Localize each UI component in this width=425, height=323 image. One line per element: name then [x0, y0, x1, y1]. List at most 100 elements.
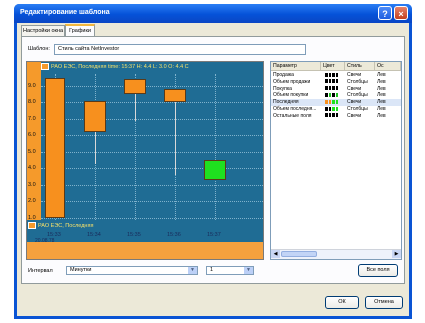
param-name: Продажа: [273, 72, 294, 78]
color-swatch: [332, 106, 335, 111]
interval-unit-select[interactable]: Минутки ▼: [66, 266, 198, 275]
dialog-window: Редактирование шаблона ? × Настройки окн…: [14, 4, 412, 319]
grid-line: [41, 118, 263, 120]
color-swatch: [332, 99, 335, 104]
interval-count-select[interactable]: 1 ▼: [206, 266, 254, 275]
color-swatch: [332, 93, 335, 98]
color-swatch: [328, 72, 331, 77]
param-name: Объем покупки: [273, 92, 309, 99]
scroll-thumb[interactable]: [281, 251, 317, 257]
tab-window-settings[interactable]: Настройки окна: [21, 25, 65, 36]
chevron-down-icon[interactable]: ▼: [244, 267, 253, 274]
param-color[interactable]: [325, 113, 339, 120]
ok-button[interactable]: ОК: [325, 296, 359, 309]
param-style: Свечи: [347, 85, 362, 92]
params-list[interactable]: Параметр Цвет Стиль Ос Продажа Свечи Лев Об…: [270, 61, 402, 260]
color-swatch: [328, 99, 331, 104]
color-swatch: [328, 86, 331, 91]
list-item[interactable]: Продажа Свечи Лев: [271, 72, 401, 79]
grid-line: [41, 102, 263, 104]
param-style: Свечи: [347, 99, 362, 106]
grid-line: [41, 201, 263, 203]
param-name: Объем последня...: [273, 106, 317, 112]
param-color[interactable]: [325, 86, 339, 93]
list-item[interactable]: Покупка Свечи Лев: [271, 86, 401, 93]
color-swatch: [325, 106, 328, 111]
color-swatch: [332, 113, 335, 118]
all-fields-button[interactable]: Все поля: [358, 264, 398, 277]
price-chart[interactable]: РАО ЕЭС, Последняя time: 15:37 H: 4.4 L:…: [26, 61, 264, 260]
y-tick-label: 9.0: [28, 82, 36, 89]
color-swatch: [332, 79, 335, 84]
color-swatch: [328, 79, 331, 84]
grid-line: [41, 135, 263, 137]
template-name-input[interactable]: Стиль сайта NetInvestor: [54, 44, 306, 55]
col-header-param[interactable]: Параметр: [271, 62, 321, 71]
param-style: Столбцы: [347, 78, 368, 85]
candle-body[interactable]: [84, 100, 106, 133]
param-name: Последняя: [273, 99, 299, 106]
tab-charts[interactable]: Графики: [65, 24, 95, 36]
candle-body[interactable]: [204, 160, 226, 181]
param-axis: Лев: [377, 106, 386, 112]
color-swatch: [328, 93, 331, 98]
help-button[interactable]: ?: [378, 6, 392, 20]
list-item[interactable]: Последняя Свечи Лев: [271, 99, 401, 106]
param-axis: Лев: [377, 92, 386, 99]
param-color[interactable]: [325, 106, 339, 113]
candle-body[interactable]: [124, 79, 146, 95]
color-swatch: [325, 79, 328, 84]
window-title: Редактирование шаблона: [20, 9, 110, 16]
scroll-left-icon[interactable]: ◀: [271, 250, 280, 258]
param-style: Свечи: [347, 72, 362, 78]
color-swatch: [335, 106, 338, 111]
col-header-style[interactable]: Стиль: [345, 62, 375, 71]
param-axis: Лев: [377, 78, 386, 85]
y-tick-label: 6.0: [28, 132, 36, 139]
y-tick-label: 1.0: [28, 215, 36, 221]
y-tick-label: 8.0: [28, 99, 36, 106]
y-tick-label: 3.0: [28, 181, 36, 188]
template-label: Шаблон:: [28, 46, 50, 52]
series-swatch: [41, 63, 49, 71]
x-axis-date: 20.08.78: [35, 238, 55, 244]
grid-line: [41, 184, 263, 186]
list-item[interactable]: Объем продажи Столбцы Лев: [271, 79, 401, 86]
chevron-down-icon[interactable]: ▼: [188, 267, 197, 274]
grid-line: [215, 74, 216, 220]
grid-line: [41, 218, 263, 219]
candle-body[interactable]: [164, 89, 186, 103]
candle-body[interactable]: [45, 77, 65, 218]
x-tick-label: 15:35: [127, 232, 141, 238]
close-button[interactable]: ×: [394, 6, 408, 20]
param-name: Объем продажи: [273, 78, 311, 85]
list-item[interactable]: Остальные поля Свечи Лев: [271, 113, 401, 120]
param-color[interactable]: [325, 72, 339, 79]
list-item[interactable]: Объем последня... Столбцы Лев: [271, 106, 401, 113]
x-tick-label: 15:36: [167, 232, 181, 238]
color-swatch: [332, 86, 335, 91]
param-name: Остальные поля: [273, 112, 312, 119]
col-header-color[interactable]: Цвет: [321, 62, 345, 71]
cancel-button[interactable]: Отмена: [365, 296, 403, 309]
color-swatch: [335, 72, 338, 77]
param-style: Столбцы: [347, 92, 368, 99]
color-swatch: [325, 99, 328, 104]
horizontal-scrollbar[interactable]: ◀ ▶: [271, 249, 401, 259]
grid-line: [41, 85, 263, 87]
list-item[interactable]: Объем покупки Столбцы Лев: [271, 92, 401, 99]
tab-panel: Шаблон: Стиль сайта NetInvestor РАО ЕЭС,…: [21, 36, 405, 284]
y-tick-label: 2.0: [28, 198, 36, 205]
param-color[interactable]: [325, 79, 339, 86]
interval-count-value: 1: [210, 267, 214, 273]
scroll-right-icon[interactable]: ▶: [392, 250, 401, 258]
title-bar[interactable]: Редактирование шаблона ? ×: [14, 4, 412, 23]
color-swatch: [325, 72, 328, 77]
col-header-axis[interactable]: Ос: [375, 62, 401, 71]
param-color[interactable]: [325, 92, 339, 99]
grid-line: [41, 168, 263, 170]
param-color[interactable]: [325, 99, 339, 106]
lower-series-swatch: [28, 222, 36, 230]
lower-chart-header-text: РАО ЕЭС, Последняя: [38, 223, 94, 229]
color-swatch: [332, 72, 335, 77]
